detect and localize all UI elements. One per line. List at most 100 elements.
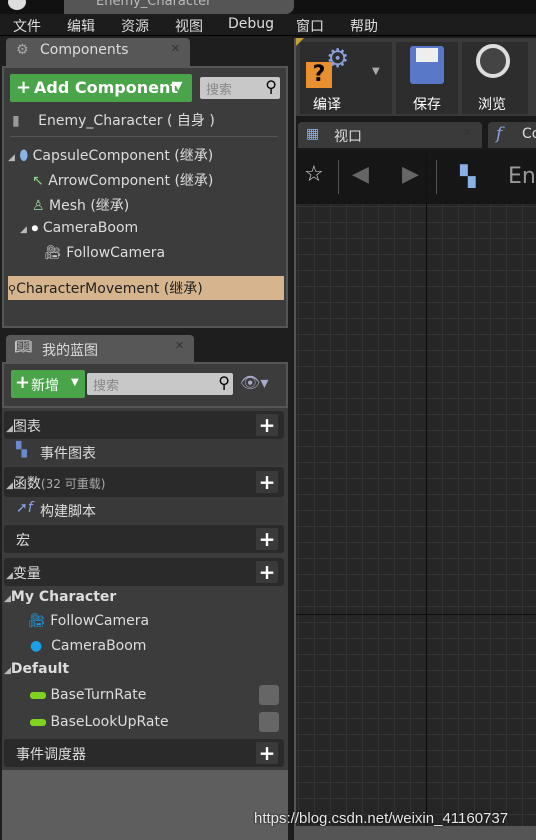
section-title: 变量 (12, 566, 41, 582)
component-label: CharacterMovement (继承) (16, 281, 203, 297)
component-label: CameraBoom (42, 220, 139, 236)
item-label: 构建脚本 (40, 504, 96, 520)
component-item-selected[interactable]: ⚲CharacterMovement (继承) (8, 276, 284, 300)
close-icon[interactable]: ✕ (171, 42, 180, 55)
variable-item[interactable]: ● CameraBoom (30, 638, 146, 654)
compile-label: 编译 (313, 97, 341, 113)
add-variable-button[interactable]: + (256, 561, 278, 583)
browse-button[interactable]: 浏览 (462, 42, 528, 114)
section-title: 事件调度器 (16, 747, 86, 763)
visibility-toggle-eye-closed-icon[interactable] (259, 712, 279, 732)
graphs-section-header[interactable]: ◢图表 + (4, 411, 284, 439)
eye-visibility-icon[interactable]: 👁︎▾ (240, 373, 268, 392)
component-label: Mesh (继承) (49, 198, 130, 214)
watermark: https://blog.csdn.net/weixin_41160737 (254, 810, 509, 827)
add-new-button[interactable]: + 新增 ▼ (11, 370, 85, 398)
category-default[interactable]: ◢Default (4, 661, 69, 677)
override-count: (32 可重载) (40, 477, 106, 491)
menu-asset[interactable]: 资源 (121, 16, 149, 36)
favorite-star-icon[interactable]: ☆ (304, 162, 324, 187)
dock-splitter[interactable] (294, 38, 296, 840)
spring-arm-icon: ● (30, 638, 43, 654)
section-title: 函数 (12, 476, 41, 492)
category-my-character[interactable]: ◢My Character (4, 589, 116, 605)
component-label: FollowCamera (66, 245, 166, 261)
graph-header-bar: ☆ ◀ ▶ ▚ En (296, 150, 536, 204)
blueprint-search-input[interactable]: 搜索 ⚲ (87, 373, 233, 395)
variable-item[interactable]: BaseTurnRate (30, 687, 146, 703)
divider (338, 160, 339, 194)
menu-file[interactable]: 文件 (13, 16, 41, 36)
macros-section-header[interactable]: 宏 + (4, 525, 284, 553)
bottom-tab-strip (296, 826, 536, 840)
variable-item[interactable]: 🎥︎ FollowCamera (28, 613, 149, 629)
event-dispatchers-section-header[interactable]: 事件调度器 + (4, 739, 284, 767)
menu-edit[interactable]: 编辑 (67, 16, 95, 36)
functions-section-header[interactable]: ◢函数(32 可重载) + (4, 467, 284, 497)
my-blueprint-tab-label: 我的蓝图 (42, 343, 98, 359)
section-title: 图表 (12, 419, 41, 435)
component-item[interactable]: ↖ ArrowComponent (继承) (32, 170, 213, 190)
add-component-button[interactable]: + Add Component ▼ (10, 74, 192, 102)
back-arrow-icon[interactable]: ◀ (352, 162, 369, 187)
components-icon: ⚙ (16, 42, 29, 58)
variable-label: BaseTurnRate (50, 687, 147, 703)
component-root-label: Enemy_Character ( 自身 ) (38, 113, 215, 129)
component-item[interactable]: ♙ Mesh (继承) (32, 195, 129, 215)
component-label: CapsuleComponent (继承) (32, 148, 214, 164)
viewport-tab[interactable]: ▦ 视口 ✕ (298, 122, 482, 148)
component-label: ArrowComponent (继承) (48, 173, 214, 189)
construction-script-tab[interactable]: f Co (488, 122, 536, 148)
visibility-toggle-eye-closed-icon[interactable] (259, 685, 279, 705)
add-graph-button[interactable]: + (256, 414, 278, 436)
construction-tab-label: Co (522, 126, 536, 142)
capsule-icon: ⬮ (19, 148, 29, 164)
event-graph-icon: ▚ (460, 164, 476, 188)
menu-help[interactable]: 帮助 (350, 16, 378, 36)
magnifier-icon (476, 44, 510, 78)
add-dispatcher-button[interactable]: + (256, 742, 278, 764)
document-tab[interactable]: Enemy_Character (64, 0, 294, 14)
book-icon: 📖︎ (14, 339, 32, 355)
menu-view[interactable]: 视图 (175, 16, 203, 36)
save-label: 保存 (413, 97, 441, 113)
component-item[interactable]: ◢ ⦁ CameraBoom (20, 220, 138, 236)
add-new-label: 新增 (31, 378, 59, 394)
compile-button[interactable]: ? ⚙ ▼ 编译 (300, 42, 392, 114)
variable-item[interactable]: BaseLookUpRate (30, 714, 169, 730)
variable-label: BaseLookUpRate (50, 714, 169, 730)
menu-window[interactable]: 窗口 (296, 16, 324, 36)
variable-label: CameraBoom (51, 638, 147, 654)
add-macro-button[interactable]: + (256, 528, 278, 550)
construction-script-item[interactable]: ➚f 构建脚本 (4, 497, 284, 523)
components-panel: + Add Component ▼ 搜索 ⚲ ▮ Enemy_Character… (2, 66, 288, 328)
divider (436, 160, 437, 194)
add-component-label: Add Component (34, 78, 178, 97)
save-button[interactable]: 保存 (396, 42, 458, 114)
section-title: 宏 (16, 533, 30, 549)
components-search-input[interactable]: 搜索 ⚲ (200, 77, 280, 99)
arrow-icon: ↖ (32, 173, 44, 189)
components-tab[interactable]: ⚙ Components ✕ (6, 38, 190, 66)
forward-arrow-icon[interactable]: ▶ (402, 162, 419, 187)
menu-bar: 文件 编辑 资源 视图 Debug 窗口 帮助 (0, 14, 536, 36)
camera-icon: 🎥︎ (44, 245, 62, 261)
menu-debug[interactable]: Debug (228, 16, 274, 32)
my-blueprint-tab[interactable]: 📖︎ 我的蓝图 ✕ (6, 335, 194, 363)
spring-arm-icon: ⦁ (31, 220, 39, 236)
component-root[interactable]: ▮ Enemy_Character ( 自身 ) (12, 110, 215, 130)
variables-section-header[interactable]: ◢变量 + (4, 558, 284, 586)
component-item[interactable]: 🎥︎ FollowCamera (44, 245, 165, 261)
event-graph-item[interactable]: ▚ 事件图表 (4, 439, 284, 465)
search-placeholder: 搜索 (206, 83, 233, 98)
components-tab-label: Components (40, 42, 129, 58)
add-function-button[interactable]: + (256, 471, 278, 493)
close-icon[interactable]: ✕ (463, 126, 472, 139)
plus-icon: + (15, 372, 31, 393)
close-icon[interactable]: ✕ (175, 339, 184, 352)
movement-icon: ⚲ (8, 283, 17, 296)
graph-canvas[interactable] (296, 150, 536, 840)
viewport-tab-label: 视口 (334, 129, 362, 145)
plus-icon: + (16, 77, 32, 98)
component-item[interactable]: ◢ ⬮ CapsuleComponent (继承) (8, 145, 213, 165)
